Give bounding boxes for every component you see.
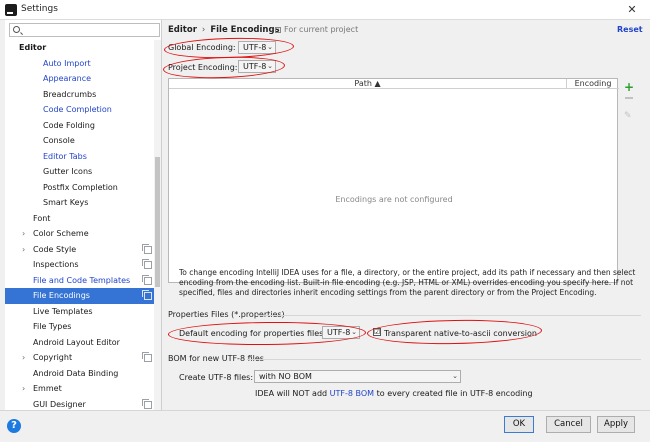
sidebar-item-label: Appearance <box>43 74 92 83</box>
breadcrumb-separator: › <box>201 25 206 35</box>
sidebar-item-label: Gutter Icons <box>43 167 93 176</box>
sidebar-item[interactable]: Android Data Binding <box>5 366 154 382</box>
sidebar-item-label: Editor Tabs <box>43 151 87 161</box>
sidebar-item-label: Code Completion <box>43 105 112 114</box>
project-scope-icon <box>275 27 281 33</box>
sidebar-item[interactable]: Editor <box>5 40 154 56</box>
encoding-table[interactable]: Path ▲ Encoding Encodings are not config… <box>168 78 619 283</box>
sidebar-item[interactable]: Auto Import <box>5 56 154 72</box>
sidebar-item-label: Copyright <box>33 353 73 362</box>
ok-button[interactable]: OK <box>504 416 534 433</box>
settings-tree: Editor Auto Import Appearance Breadcrumbs Co… <box>5 40 154 410</box>
sidebar-item-label: File Encodings <box>33 291 90 300</box>
sidebar-item-label: Color Scheme <box>33 229 89 238</box>
sidebar-item[interactable]: File Encodings <box>5 288 154 304</box>
utf8-bom-link[interactable]: UTF-8 BOM <box>330 389 374 398</box>
sidebar-item[interactable]: Editor Tabs <box>5 149 154 165</box>
project-scope-icon <box>142 290 152 300</box>
title-bar: Settings ✕ <box>0 0 650 20</box>
sidebar-item-label: Breadcrumbs <box>43 89 97 99</box>
help-icon[interactable]: ? <box>7 419 21 433</box>
cancel-button[interactable]: Cancel <box>546 416 591 433</box>
sidebar-item[interactable]: Android Layout Editor <box>5 335 154 351</box>
settings-search[interactable] <box>9 23 160 37</box>
table-empty-text: Encodings are not configured <box>335 195 453 204</box>
sidebar-item[interactable]: File Types <box>5 319 154 335</box>
project-scope-icon <box>142 243 152 254</box>
chevron-right-icon[interactable]: › <box>22 242 25 258</box>
sidebar-item[interactable]: Console <box>5 133 154 149</box>
sidebar-item[interactable]: › Code Style <box>5 242 154 258</box>
sidebar-item[interactable]: › Color Scheme <box>5 226 154 242</box>
sidebar-item[interactable]: › Copyright <box>5 350 154 366</box>
breadcrumb: Editor › File Encodings <box>168 25 280 35</box>
bom-info-post: to every created file in UTF-8 encoding <box>376 389 533 398</box>
column-header-encoding[interactable]: Encoding <box>567 79 619 89</box>
sidebar-item[interactable]: Inspections <box>5 257 154 273</box>
project-scope-icon <box>142 398 152 409</box>
sidebar-item-label: Android Data Binding <box>33 368 119 378</box>
bom-create-select[interactable]: with NO BOM ⌄ <box>254 370 461 383</box>
help-text: To change encoding IntelliJ IDEA uses fo… <box>179 268 636 297</box>
bom-create-label: Create UTF-8 files: <box>179 373 254 382</box>
chevron-right-icon[interactable]: › <box>22 350 25 366</box>
sidebar-item[interactable]: Postfix Completion <box>5 180 154 196</box>
sidebar-item-label: Emmet <box>33 384 62 393</box>
sidebar-item-label: File and Code Templates <box>33 275 131 285</box>
project-scope-icon <box>142 259 152 269</box>
settings-sidebar: Editor Auto Import Appearance Breadcrumbs Co… <box>5 20 162 410</box>
apply-button[interactable]: Apply <box>597 416 635 433</box>
sidebar-item-label: Android Layout Editor <box>33 337 120 347</box>
breadcrumb-parent[interactable]: Editor <box>168 25 197 35</box>
sidebar-item-label: Code Folding <box>43 120 95 130</box>
bom-info-pre: IDEA will NOT add <box>255 389 328 398</box>
project-scope-icon <box>142 274 152 285</box>
column-header-path[interactable]: Path ▲ <box>169 79 567 89</box>
add-icon[interactable]: + <box>624 80 634 94</box>
sidebar-item[interactable]: Appearance <box>5 71 154 87</box>
chevron-right-icon[interactable]: › <box>22 226 25 242</box>
sidebar-item-label: Console <box>43 136 75 145</box>
sidebar-item[interactable]: File and Code Templates <box>5 273 154 289</box>
reset-link[interactable]: Reset <box>617 25 643 34</box>
sidebar-item[interactable]: Breadcrumbs <box>5 87 154 103</box>
sidebar-item-label: Inspections <box>33 260 79 269</box>
breadcrumb-note: For current project <box>284 25 359 34</box>
sidebar-item-label: Auto Import <box>43 58 91 68</box>
chevron-down-icon: ⌄ <box>452 372 458 380</box>
sidebar-item[interactable]: Font <box>5 211 154 227</box>
sidebar-item[interactable]: Code Folding <box>5 118 154 134</box>
chevron-right-icon[interactable]: › <box>22 381 25 397</box>
bom-create-value: with NO BOM <box>259 372 312 381</box>
dialog-button-bar: ? OK Cancel Apply <box>0 410 650 442</box>
sidebar-item-label: Code Style <box>33 244 77 254</box>
remove-icon[interactable] <box>625 97 633 99</box>
settings-content: Editor › File Encodings For current projec… <box>162 20 645 410</box>
app-icon <box>5 4 17 16</box>
sidebar-item-label: Editor <box>19 43 47 52</box>
section-divider <box>247 359 641 360</box>
sidebar-item-label: Postfix Completion <box>43 182 118 192</box>
window-title: Settings <box>21 4 58 14</box>
project-scope-icon <box>142 352 152 362</box>
edit-pencil-icon[interactable]: ✎ <box>624 111 632 121</box>
search-icon <box>13 26 20 33</box>
section-divider <box>257 315 641 316</box>
sidebar-item-label: Live Templates <box>33 306 93 316</box>
sidebar-item[interactable]: Smart Keys <box>5 195 154 211</box>
sidebar-item-label: File Types <box>33 322 72 331</box>
sidebar-item[interactable]: Gutter Icons <box>5 164 154 180</box>
table-toolbar: + ✎ <box>619 78 639 283</box>
sidebar-scroll-thumb[interactable] <box>155 157 160 287</box>
sidebar-item-label: Smart Keys <box>43 198 89 207</box>
sidebar-item-label: Font <box>33 213 51 223</box>
close-button[interactable]: ✕ <box>614 0 650 20</box>
sidebar-item[interactable]: Code Completion <box>5 102 154 118</box>
sidebar-item[interactable]: › Emmet <box>5 381 154 397</box>
bom-info: IDEA will NOT add UTF-8 BOM to every cre… <box>255 389 533 398</box>
sidebar-item[interactable]: Live Templates <box>5 304 154 320</box>
search-input[interactable] <box>24 24 154 36</box>
breadcrumb-current: File Encodings <box>210 25 280 35</box>
